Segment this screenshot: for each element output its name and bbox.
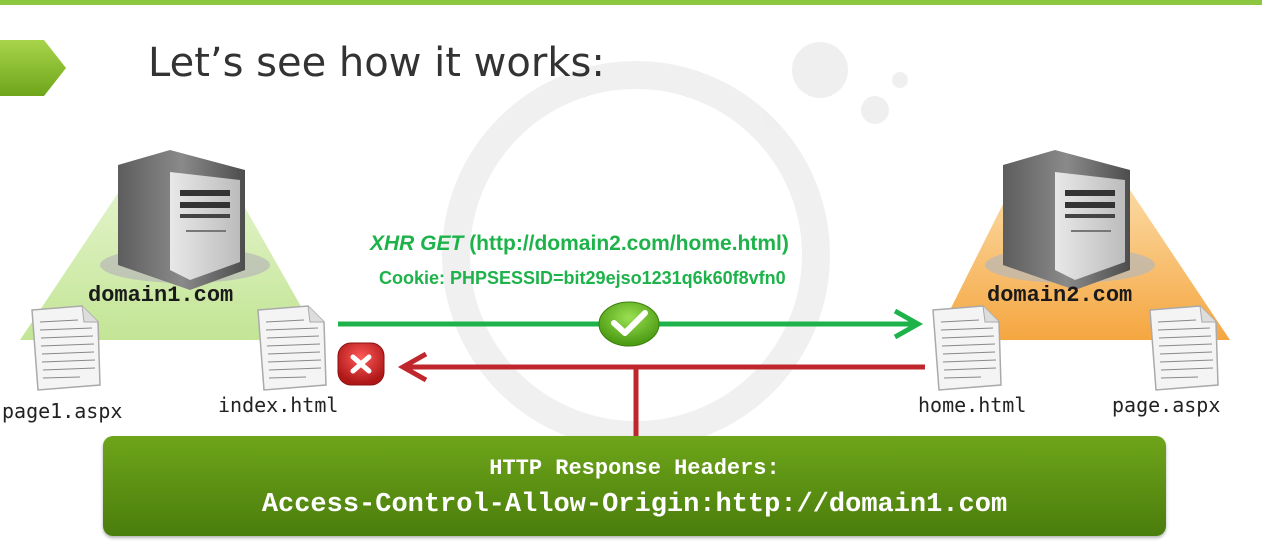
document-icon-home: [932, 305, 1002, 391]
left-server-icon: [100, 150, 270, 290]
file-label-index: index.html: [218, 393, 339, 417]
request-cookie: Cookie: PHPSESSID=bit29ejso1231q6k60f8vf…: [379, 268, 786, 288]
document-icon-index: [257, 305, 327, 391]
right-domain-label: domain2.com: [987, 283, 1133, 308]
response-headers-title: HTTP Response Headers:: [489, 456, 780, 481]
check-icon: [598, 301, 660, 347]
file-label-page: page.aspx: [1112, 393, 1221, 417]
file-label-home: home.html: [918, 393, 1027, 417]
request-method: XHR GET: [370, 232, 464, 255]
response-headers-value: Access-Control-Allow-Origin:http://domai…: [261, 490, 1008, 520]
cross-icon: [337, 342, 385, 386]
request-url: (http://domain2.com/home.html): [469, 232, 789, 255]
file-label-page1: page1.aspx: [2, 399, 123, 423]
document-icon-page1: [31, 305, 101, 391]
right-server-icon: [985, 150, 1155, 290]
request-label: XHR GET (http://domain2.com/home.html): [370, 232, 789, 256]
document-icon-page: [1149, 305, 1219, 391]
left-domain-label: domain1.com: [88, 283, 234, 308]
response-headers-box: HTTP Response Headers: Access-Control-Al…: [103, 436, 1166, 536]
